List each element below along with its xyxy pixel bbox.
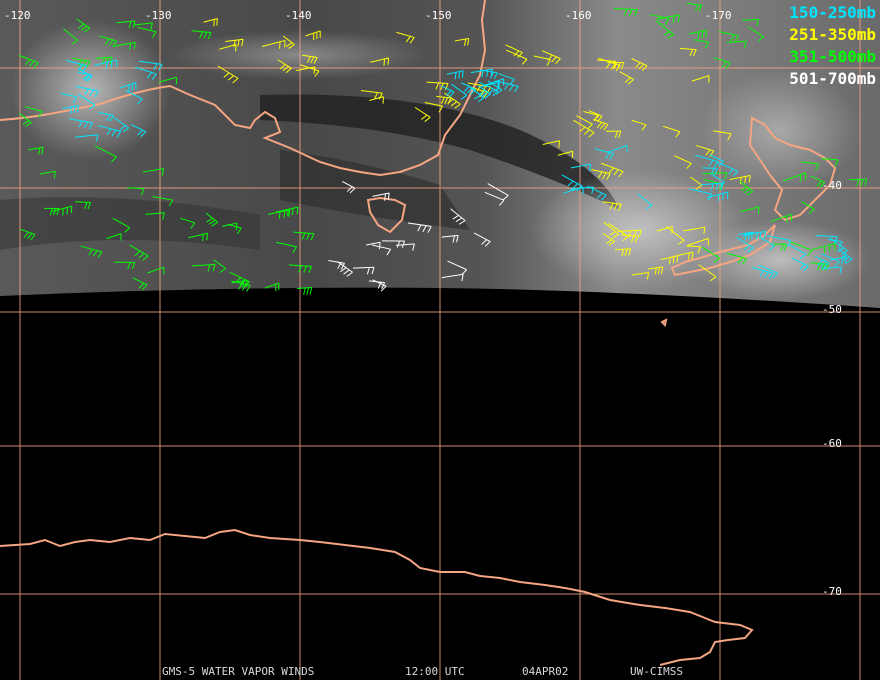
latitude-label: -40: [822, 179, 842, 192]
wind-barb: [297, 286, 313, 295]
longitude-label: -170: [705, 9, 732, 22]
legend-item-351-500mb: 351-500mb: [789, 47, 876, 66]
longitude-label: -130: [145, 9, 172, 22]
latitude-label: -50: [822, 303, 842, 316]
longitude-label: -140: [285, 9, 312, 22]
small-island: [660, 318, 668, 328]
legend-item-501-700mb: 501-700mb: [789, 69, 876, 88]
longitude-label: -150: [425, 9, 452, 22]
latitude-label: -70: [822, 585, 842, 598]
longitude-label: -120: [4, 9, 31, 22]
footer-source: UW-CIMSS: [630, 665, 683, 678]
legend-item-251-350mb: 251-350mb: [789, 25, 876, 44]
antarctica-coastline: [0, 528, 754, 666]
footer-time: 12:00 UTC: [405, 665, 465, 678]
footer-date: 04APR02: [522, 665, 569, 678]
footer-title: GMS-5 WATER VAPOR WINDS: [162, 665, 315, 678]
satellite-wind-map: -120 -130 -140 -150 -160 -170 -40 -50 -6…: [0, 0, 880, 680]
latitude-label: -60: [822, 437, 842, 450]
legend-item-150-250mb: 150-250mb: [789, 3, 876, 22]
map-canvas: [0, 0, 880, 680]
footer-caption: GMS-5 WATER VAPOR WINDS 12:00 UTC 04APR0…: [0, 665, 880, 680]
longitude-label: -160: [565, 9, 592, 22]
bright-cloud-4: [700, 70, 860, 190]
